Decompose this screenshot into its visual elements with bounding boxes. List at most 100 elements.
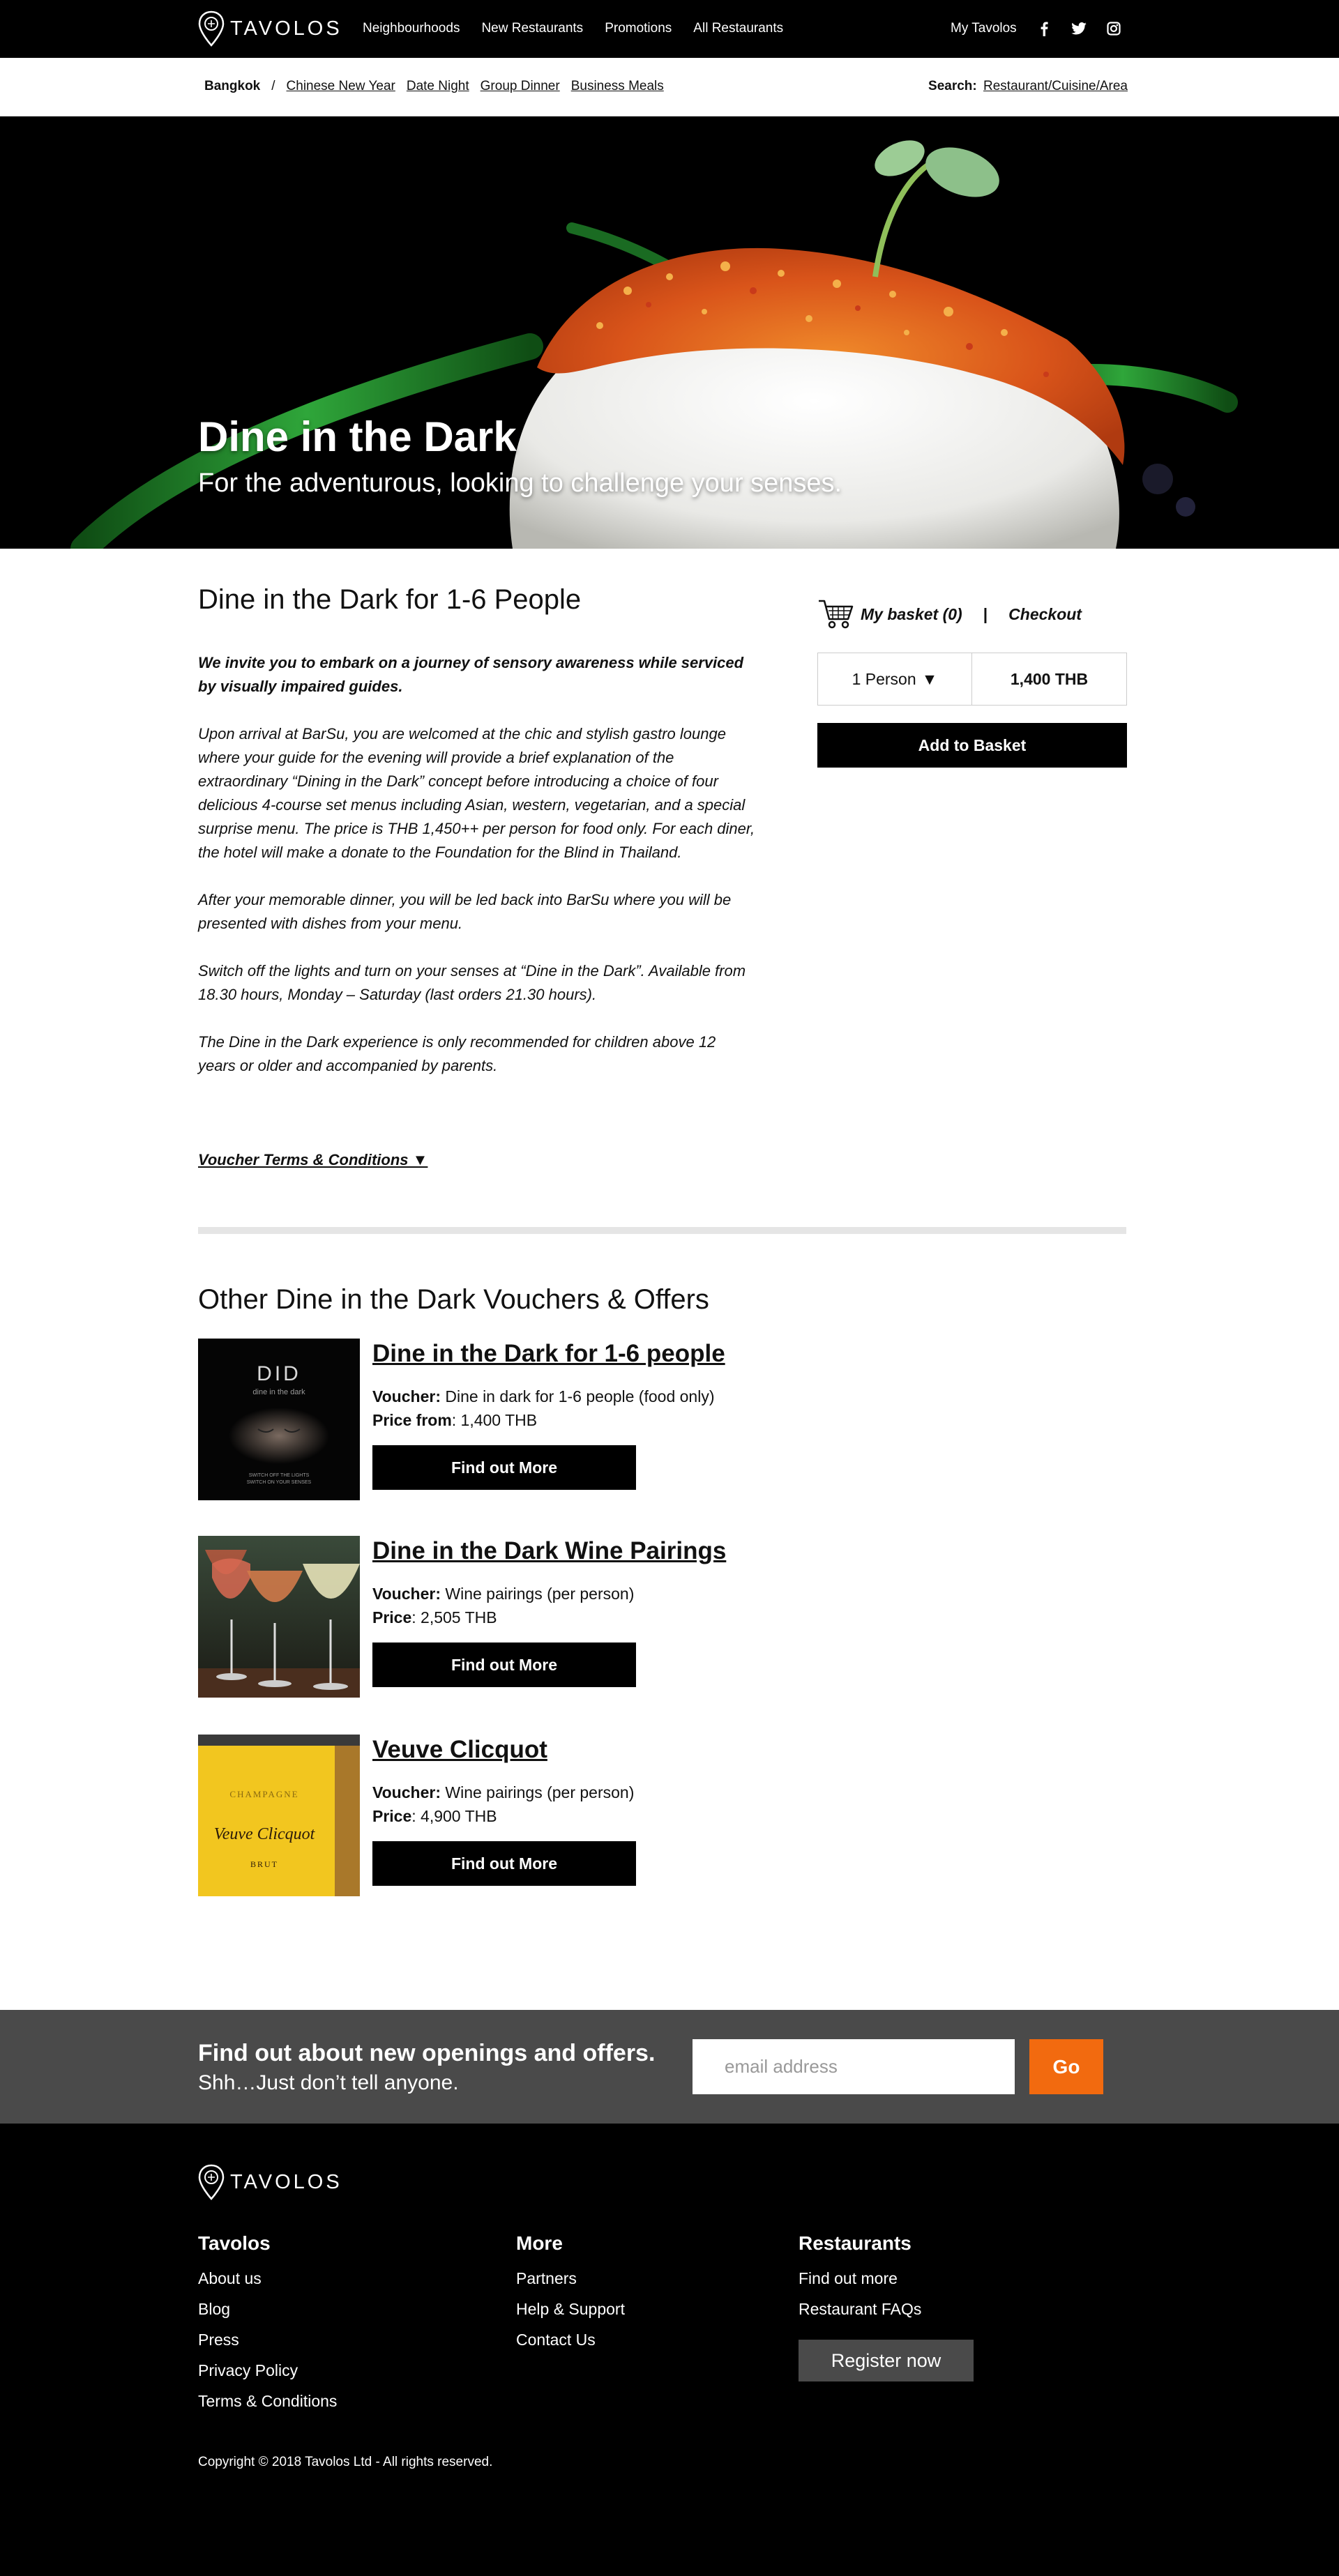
footer-col-more: More Partners Help & Support Contact Us <box>516 2232 625 2355</box>
tag-link-group-dinner[interactable]: Group Dinner <box>481 79 560 94</box>
brand-name: TAVOLOS <box>230 17 342 40</box>
main-nav: Neighbourhoods New Restaurants Promotion… <box>363 21 783 36</box>
basket-separator: | <box>983 604 988 623</box>
footer-link-partners[interactable]: Partners <box>516 2263 625 2294</box>
footer-heading: Tavolos <box>198 2232 271 2254</box>
price-value: : 4,900 THB <box>411 1807 497 1825</box>
voucher-label: Voucher: <box>372 1387 441 1405</box>
newsletter-band: Find out about new openings and offers. … <box>0 2010 1339 2124</box>
hero-title: Dine in the Dark <box>198 413 517 460</box>
twitter-icon[interactable] <box>1071 21 1087 36</box>
copyright: Copyright © 2018 Tavolos Ltd - All right… <box>198 2455 493 2469</box>
footer-brand-name: TAVOLOS <box>230 2170 342 2193</box>
instagram-icon[interactable] <box>1106 21 1121 36</box>
voucher-label: Voucher: <box>372 1783 441 1801</box>
city-label[interactable]: Bangkok <box>204 79 260 94</box>
breadcrumb: Bangkok / Chinese New Year Date Night Gr… <box>204 79 664 94</box>
footer-link-privacy[interactable]: Privacy Policy <box>198 2355 337 2386</box>
price-label: Price <box>372 1807 412 1825</box>
offer-voucher-line: Voucher: Dine in dark for 1-6 people (fo… <box>372 1387 714 1406</box>
offer-title-link[interactable]: Dine in the Dark for 1-6 people <box>372 1340 725 1368</box>
nav-link-new-restaurants[interactable]: New Restaurants <box>481 21 583 36</box>
offer-voucher-line: Voucher: Wine pairings (per person) <box>372 1585 634 1603</box>
tag-link-chinese-new-year[interactable]: Chinese New Year <box>287 79 395 94</box>
offer-thumbnail[interactable] <box>198 1536 360 1698</box>
footer-link-blog[interactable]: Blog <box>198 2294 337 2324</box>
description: We invite you to embark on a journey of … <box>198 651 756 1102</box>
offer-card: DID dine in the dark SWITCH OFF THE LIGH… <box>198 1339 826 1500</box>
sub-nav: Bangkok / Chinese New Year Date Night Gr… <box>0 58 1339 116</box>
description-paragraph: The Dine in the Dark experience is only … <box>198 1033 716 1074</box>
voucher-label: Voucher: <box>372 1585 441 1603</box>
footer-link-find-out-more[interactable]: Find out more <box>799 2263 921 2294</box>
tag-link-date-night[interactable]: Date Night <box>407 79 469 94</box>
offer-thumbnail[interactable]: CHAMPAGNE Veuve Clicquot BRUT <box>198 1735 360 1896</box>
offer-title-link[interactable]: Dine in the Dark Wine Pairings <box>372 1537 726 1565</box>
bottle-label-3: BRUT <box>250 1859 278 1869</box>
bottle-label-2: Veuve Clicquot <box>214 1825 316 1843</box>
footer-heading: More <box>516 2232 563 2254</box>
logo-pin-icon <box>198 2164 225 2200</box>
price-value: : 2,505 THB <box>411 1608 497 1626</box>
footer-link-about[interactable]: About us <box>198 2263 337 2294</box>
people-value: 1 Person <box>852 669 916 688</box>
nav-right: My Tavolos <box>951 21 1121 36</box>
footer-link-help[interactable]: Help & Support <box>516 2294 625 2324</box>
offer-card: Dine in the Dark Wine Pairings Voucher: … <box>198 1536 826 1698</box>
voucher-terms-toggle[interactable]: Voucher Terms & Conditions ▼ <box>198 1151 428 1169</box>
thumb-caption: dine in the dark <box>252 1388 305 1396</box>
find-out-more-button[interactable]: Find out More <box>372 1643 636 1687</box>
offer-price-line: Price: 2,505 THB <box>372 1608 497 1627</box>
cart-icon[interactable] <box>817 598 854 630</box>
brand-logo[interactable]: TAVOLOS <box>198 10 342 47</box>
hero-subtitle: For the adventurous, looking to challeng… <box>198 468 842 498</box>
search-label: Search: <box>928 79 977 93</box>
nav-link-neighbourhoods[interactable]: Neighbourhoods <box>363 21 460 36</box>
page-title: Dine in the Dark for 1-6 People <box>198 584 582 615</box>
other-offers-title: Other Dine in the Dark Vouchers & Offers <box>198 1284 709 1315</box>
nav-link-all-restaurants[interactable]: All Restaurants <box>693 21 783 36</box>
footer-heading: Restaurants <box>799 2232 911 2254</box>
offer-title-link[interactable]: Veuve Clicquot <box>372 1736 547 1764</box>
description-lead: We invite you to embark on a journey of … <box>198 654 744 695</box>
footer-link-contact[interactable]: Contact Us <box>516 2324 625 2355</box>
price-label: Price <box>372 1608 412 1626</box>
email-field[interactable] <box>693 2039 1015 2094</box>
voucher-value: Dine in dark for 1-6 people (food only) <box>440 1387 715 1405</box>
description-paragraph: After your memorable dinner, you will be… <box>198 891 732 932</box>
footer-link-faqs[interactable]: Restaurant FAQs <box>799 2294 921 2324</box>
footer-col-restaurants: Restaurants Find out more Restaurant FAQ… <box>799 2232 921 2324</box>
footer-logo[interactable]: TAVOLOS <box>198 2164 342 2200</box>
tag-link-business-meals[interactable]: Business Meals <box>571 79 664 94</box>
thumb-footer-2: SWITCH ON YOUR SENSES <box>247 1480 312 1485</box>
find-out-more-button[interactable]: Find out More <box>372 1445 636 1490</box>
my-basket-link[interactable]: My basket (0) <box>861 605 962 624</box>
newsletter-go-button[interactable]: Go <box>1029 2039 1103 2094</box>
offer-thumbnail[interactable]: DID dine in the dark SWITCH OFF THE LIGH… <box>198 1339 360 1500</box>
offer-card: CHAMPAGNE Veuve Clicquot BRUT Veuve Clic… <box>198 1735 826 1896</box>
add-to-basket-button[interactable]: Add to Basket <box>817 723 1127 768</box>
checkout-link[interactable]: Checkout <box>1008 605 1082 624</box>
register-button[interactable]: Register now <box>799 2340 974 2381</box>
hero-banner: Dine in the Dark For the adventurous, lo… <box>0 116 1339 549</box>
basket-bar: My basket (0) | Checkout <box>817 598 1082 630</box>
facebook-icon[interactable] <box>1036 21 1052 36</box>
find-out-more-button[interactable]: Find out More <box>372 1841 636 1886</box>
newsletter-title: Find out about new openings and offers. <box>198 2040 656 2066</box>
people-select[interactable]: 1 Person ▼ <box>818 653 972 705</box>
my-tavolos-link[interactable]: My Tavolos <box>951 21 1017 36</box>
offer-price-line: Price from: 1,400 THB <box>372 1411 537 1430</box>
thumb-logo-text: DID <box>257 1362 301 1385</box>
newsletter-subtitle: Shh…Just don’t tell anyone. <box>198 2071 459 2094</box>
voucher-value: Wine pairings (per person) <box>440 1783 635 1801</box>
voucher-value: Wine pairings (per person) <box>440 1585 635 1603</box>
footer-link-terms[interactable]: Terms & Conditions <box>198 2386 337 2416</box>
search-area: Search: Restaurant/Cuisine/Area <box>928 79 1128 94</box>
nav-link-promotions[interactable]: Promotions <box>605 21 672 36</box>
offer-price-line: Price: 4,900 THB <box>372 1807 497 1826</box>
price-label: Price from <box>372 1411 452 1429</box>
search-link[interactable]: Restaurant/Cuisine/Area <box>983 79 1128 93</box>
footer-link-press[interactable]: Press <box>198 2324 337 2355</box>
section-divider <box>198 1227 1126 1234</box>
offer-voucher-line: Voucher: Wine pairings (per person) <box>372 1783 634 1802</box>
